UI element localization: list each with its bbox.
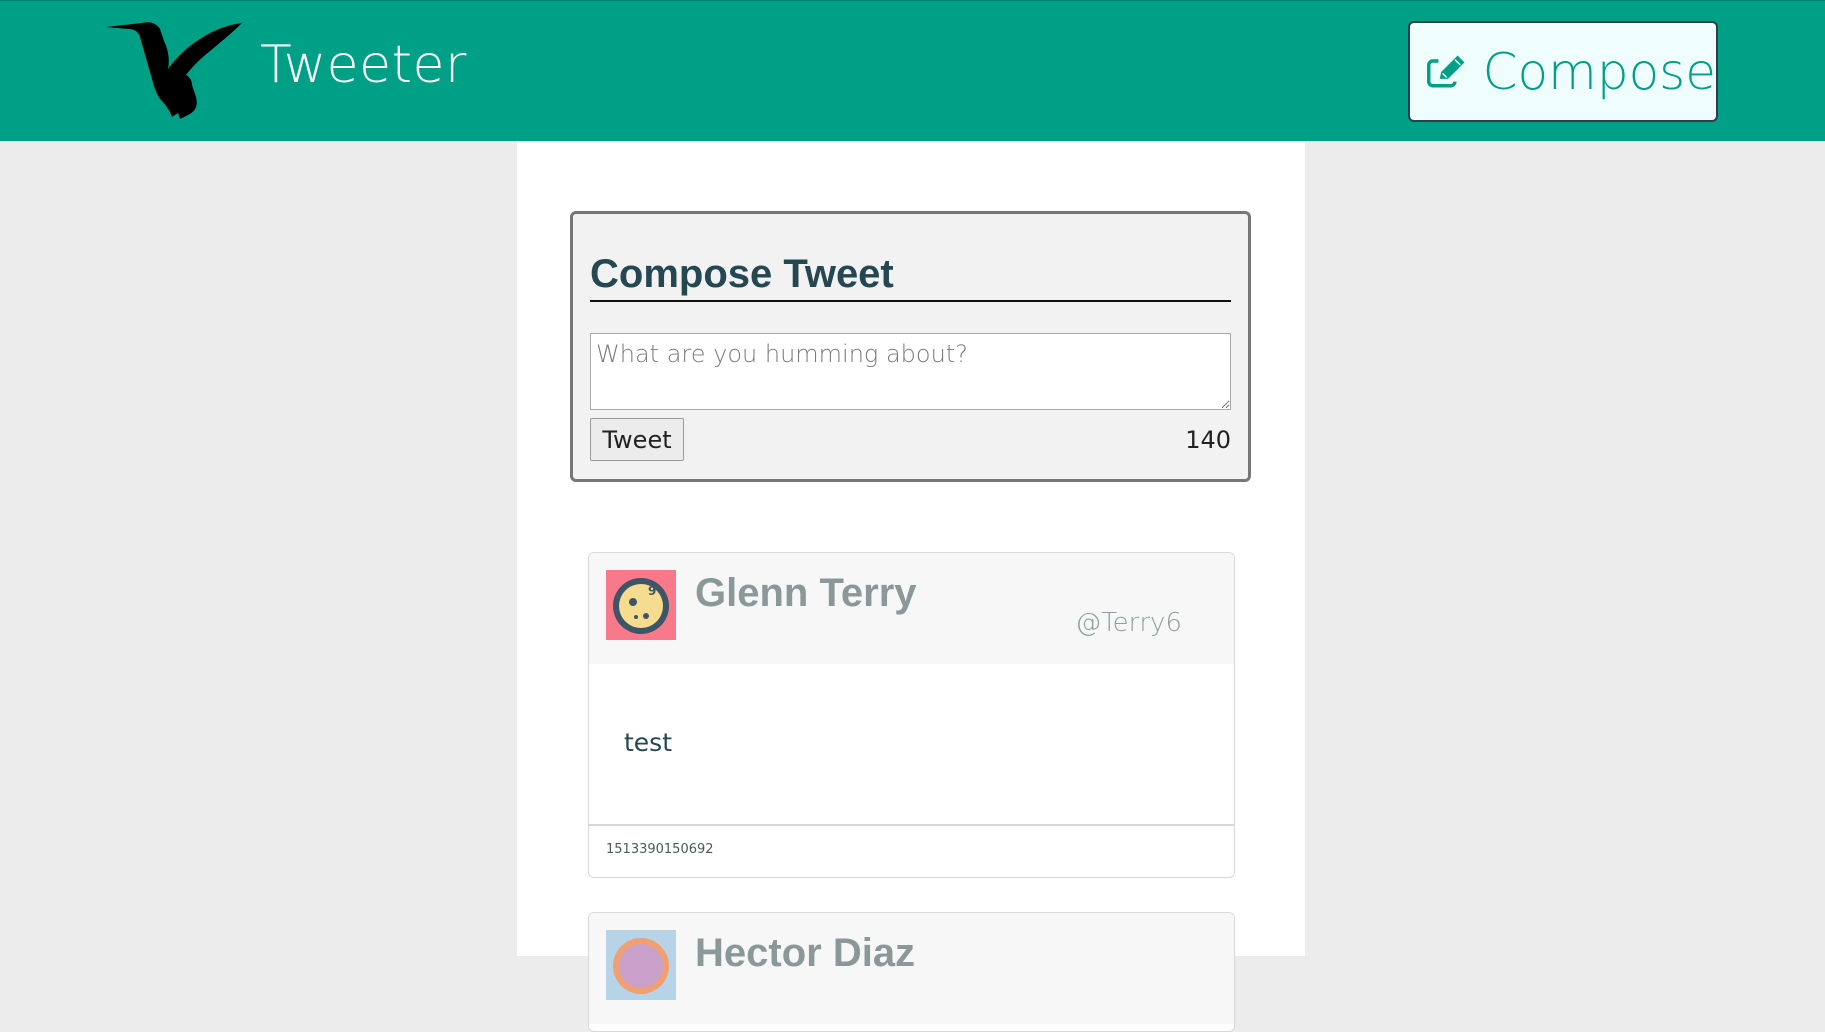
tweet-author-handle: @Terry6 [1075,608,1182,638]
compose-button[interactable]: Compose [1408,21,1718,122]
tweet-author-name: Glenn Terry [695,571,917,615]
tweet-textarea[interactable] [590,333,1231,410]
tweet-footer: 1513390150692 [589,824,1234,876]
char-counter: 140 [1185,426,1231,454]
navbar: Tweeter Compose [0,0,1825,141]
compose-tweet-title: Compose Tweet [590,250,1231,302]
tweet-content: test [624,728,673,757]
tweet-card: Hector Diaz [588,912,1235,1032]
tweet-card: 9 Glenn Terry @Terry6 test 1513390150692 [588,552,1235,878]
tweet-header: 9 Glenn Terry @Terry6 [589,553,1234,664]
tweet-timestamp: 1513390150692 [606,842,714,857]
avatar: 9 [606,570,676,640]
svg-text:9: 9 [648,584,656,598]
edit-icon [1427,54,1465,87]
new-tweet-form: Compose Tweet Tweet 140 [570,211,1251,482]
tweet-header: Hector Diaz [589,913,1234,1024]
tweet-author-name: Hector Diaz [695,931,916,975]
avatar [606,930,676,1000]
main-container: Compose Tweet Tweet 140 9 Glenn Terry @T… [517,141,1305,1032]
tweet-submit-button[interactable]: Tweet [590,418,684,461]
hummingbird-icon [106,22,242,119]
brand-title: Tweeter [260,35,467,95]
compose-label: Compose [1482,42,1716,101]
